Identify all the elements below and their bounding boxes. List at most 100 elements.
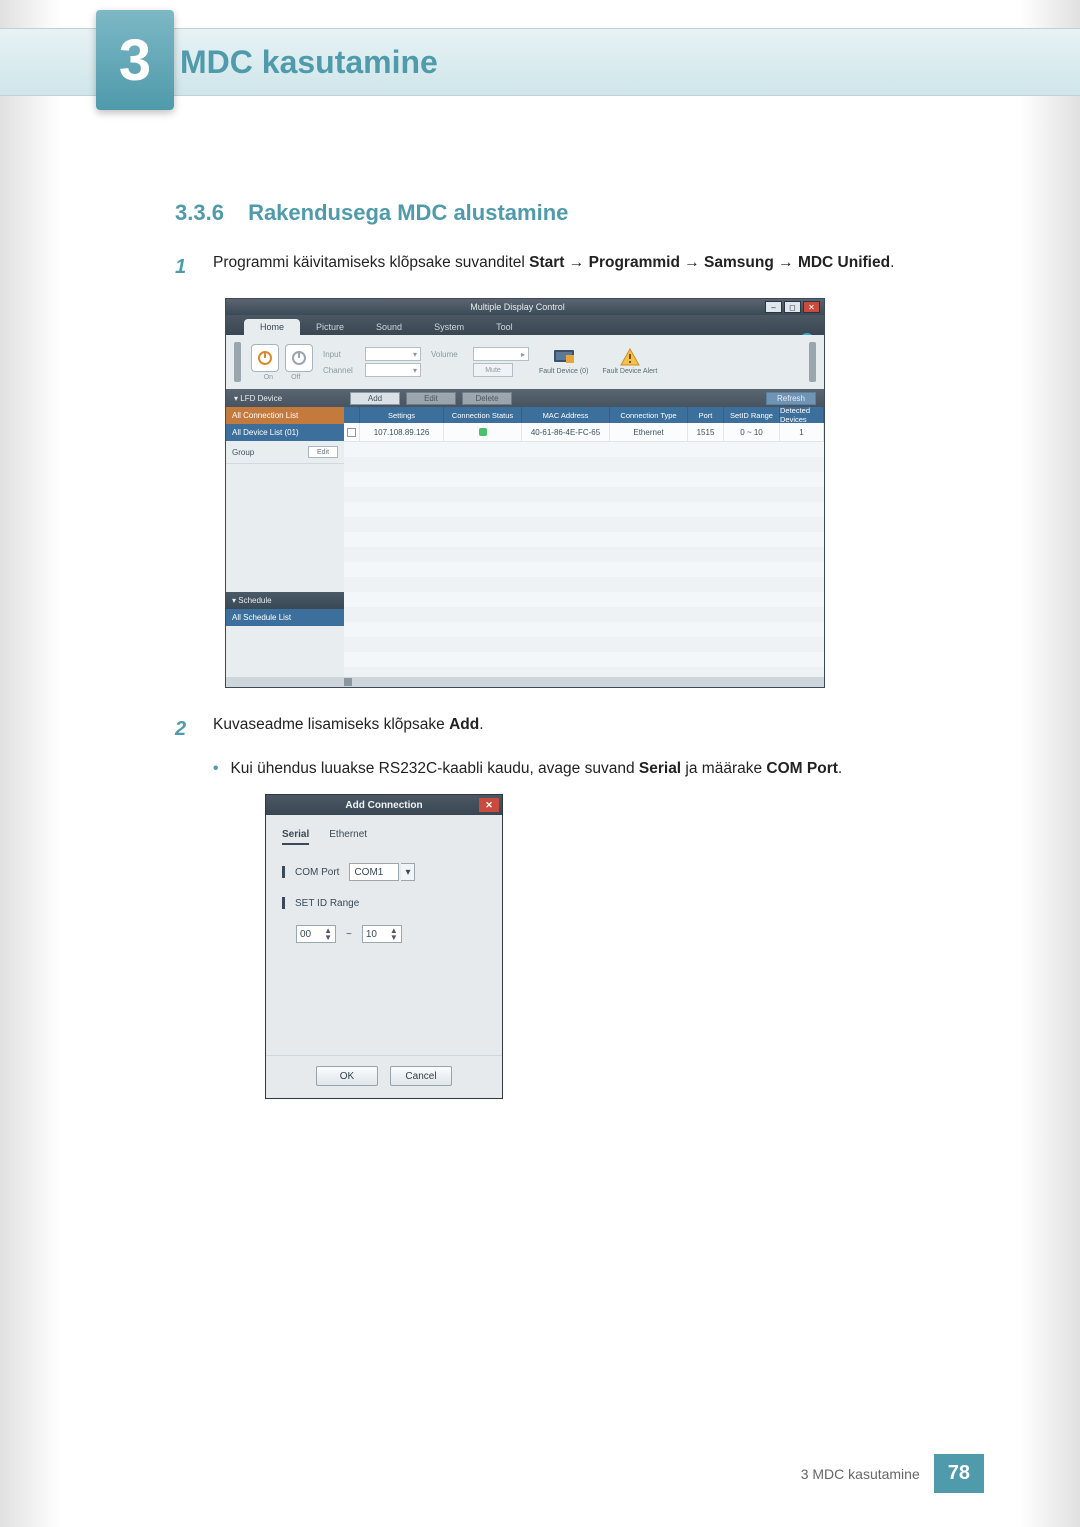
range-from-value: 00 xyxy=(300,929,311,940)
cell-mac: 40-61-86-4E-FC-65 xyxy=(522,423,610,441)
input-select[interactable]: ▾ xyxy=(365,347,421,361)
close-button[interactable]: ✕ xyxy=(803,301,820,313)
power-off-icon[interactable] xyxy=(285,344,313,372)
col-checkbox[interactable] xyxy=(344,407,360,423)
dialog-title: Add Connection ✕ xyxy=(266,795,502,815)
t: Add xyxy=(449,716,479,733)
mdc-window: Multiple Display Control – ◻ ✕ Home Pict… xyxy=(225,298,825,688)
com-port-select[interactable]: COM1 ▾ xyxy=(349,863,415,881)
tab-sound[interactable]: Sound xyxy=(360,319,418,335)
tab-ethernet[interactable]: Ethernet xyxy=(329,829,367,845)
section-heading: 3.3.6 Rakendusega MDC alustamine xyxy=(175,200,960,226)
col-mac: MAC Address xyxy=(522,407,610,423)
volume-select[interactable]: ▸ xyxy=(473,347,529,361)
status-connected-icon xyxy=(479,428,487,436)
col-connection-type: Connection Type xyxy=(610,407,688,423)
mdc-sidebar: All Connection List All Device List (01)… xyxy=(226,407,344,677)
channel-select[interactable]: ▾ xyxy=(365,363,421,377)
t: Serial xyxy=(639,760,681,777)
grid-empty-rows xyxy=(344,441,824,677)
all-schedule-list[interactable]: All Schedule List xyxy=(226,609,344,626)
table-row[interactable]: 107.108.89.126 40-61-86-4E-FC-65 Etherne… xyxy=(344,423,824,441)
all-connection-list[interactable]: All Connection List xyxy=(226,407,344,424)
minimize-button[interactable]: – xyxy=(765,301,782,313)
step-2-number: 2 xyxy=(175,712,195,746)
left-handle[interactable] xyxy=(234,342,241,382)
t: COM Port xyxy=(766,760,837,777)
device-grid: Settings Connection Status MAC Address C… xyxy=(344,407,824,677)
mdc-menubar: Home Picture Sound System Tool ? xyxy=(226,315,824,335)
footer-text: 3 MDC kasutamine xyxy=(787,1458,934,1490)
group-row: Group Edit xyxy=(226,441,344,464)
range-sep: ~ xyxy=(346,929,352,940)
t: . xyxy=(838,760,842,777)
tab-serial[interactable]: Serial xyxy=(282,829,309,845)
page-footer: 3 MDC kasutamine 78 xyxy=(787,1454,984,1493)
t: ja määrake xyxy=(681,760,766,777)
t: Kui ühendus luuakse RS232C-kaabli kaudu,… xyxy=(230,760,638,777)
right-handle[interactable] xyxy=(809,342,816,382)
chapter-badge: 3 xyxy=(96,10,174,110)
cell-detected: 1 xyxy=(780,423,824,441)
setid-range-label: SET ID Range xyxy=(295,898,359,909)
delete-button[interactable]: Delete xyxy=(462,392,512,405)
mdc-titlebar: Multiple Display Control – ◻ ✕ xyxy=(226,299,824,315)
edit-button[interactable]: Edit xyxy=(406,392,456,405)
range-from-stepper[interactable]: 00▲▼ xyxy=(296,925,336,943)
t: → xyxy=(680,254,704,271)
t: → xyxy=(774,254,798,271)
t: Samsung xyxy=(704,254,774,271)
input-label: Input xyxy=(323,350,359,359)
dialog-close-button[interactable]: ✕ xyxy=(479,798,499,812)
range-to-value: 10 xyxy=(366,929,377,940)
col-detected: Detected Devices xyxy=(780,407,824,423)
step-1: 1 Programmi käivitamiseks klõpsake suvan… xyxy=(175,250,960,284)
t: Programmid xyxy=(589,254,680,271)
cell-settings: 107.108.89.126 xyxy=(360,423,444,441)
tab-home[interactable]: Home xyxy=(244,319,300,335)
cell-range: 0 ~ 10 xyxy=(724,423,780,441)
cancel-button[interactable]: Cancel xyxy=(390,1066,452,1086)
col-connection-status: Connection Status xyxy=(444,407,522,423)
add-connection-dialog: Add Connection ✕ Serial Ethernet COM Por… xyxy=(265,794,503,1099)
chevron-down-icon: ▾ xyxy=(401,863,415,881)
fault-device-icon[interactable] xyxy=(553,348,575,366)
step-2-bullet: • Kui ühendus luuakse RS232C-kaabli kaud… xyxy=(213,760,960,778)
col-setid-range: SetID Range xyxy=(724,407,780,423)
com-port-value: COM1 xyxy=(349,863,399,881)
t: . xyxy=(890,254,894,271)
channel-label: Channel xyxy=(323,366,359,375)
tab-system[interactable]: System xyxy=(418,319,480,335)
mute-button[interactable]: Mute xyxy=(473,363,513,377)
all-device-list[interactable]: All Device List (01) xyxy=(226,424,344,441)
tab-tool[interactable]: Tool xyxy=(480,319,529,335)
field-marker xyxy=(282,866,285,878)
range-to-stepper[interactable]: 10▲▼ xyxy=(362,925,402,943)
step-1-number: 1 xyxy=(175,250,195,284)
mdc-toolbar: OnOff Input ▾ Channel ▾ Volume ▸ Mute xyxy=(226,335,824,389)
section-number: 3.3.6 xyxy=(175,200,224,225)
volume-label: Volume xyxy=(431,350,467,359)
t: Programmi käivitamiseks klõpsake suvandi… xyxy=(213,254,529,271)
cell-ctype: Ethernet xyxy=(610,423,688,441)
dialog-title-text: Add Connection xyxy=(345,800,422,811)
fault-alert-icon[interactable] xyxy=(619,348,641,366)
schedule-toggle[interactable]: ▾ Schedule xyxy=(226,592,344,609)
add-button[interactable]: Add xyxy=(350,392,400,405)
row-checkbox[interactable] xyxy=(347,428,356,437)
fault-alert-label: Fault Device Alert xyxy=(602,368,657,376)
col-settings: Settings xyxy=(360,407,444,423)
ok-button[interactable]: OK xyxy=(316,1066,378,1086)
step-2-text: Kuvaseadme lisamiseks klõpsake Add. xyxy=(213,712,484,746)
off-label: Off xyxy=(291,374,300,381)
group-label: Group xyxy=(232,448,254,457)
lfd-device-toggle[interactable]: ▾ LFD Device xyxy=(234,394,344,403)
horizontal-scrollbar[interactable] xyxy=(226,677,824,687)
power-on-icon[interactable] xyxy=(251,344,279,372)
group-edit-button[interactable]: Edit xyxy=(308,446,338,458)
fault-device-label: Fault Device (0) xyxy=(539,368,588,376)
maximize-button[interactable]: ◻ xyxy=(784,301,801,313)
tab-picture[interactable]: Picture xyxy=(300,319,360,335)
step-2: 2 Kuvaseadme lisamiseks klõpsake Add. xyxy=(175,712,960,746)
refresh-button[interactable]: Refresh xyxy=(766,392,816,405)
